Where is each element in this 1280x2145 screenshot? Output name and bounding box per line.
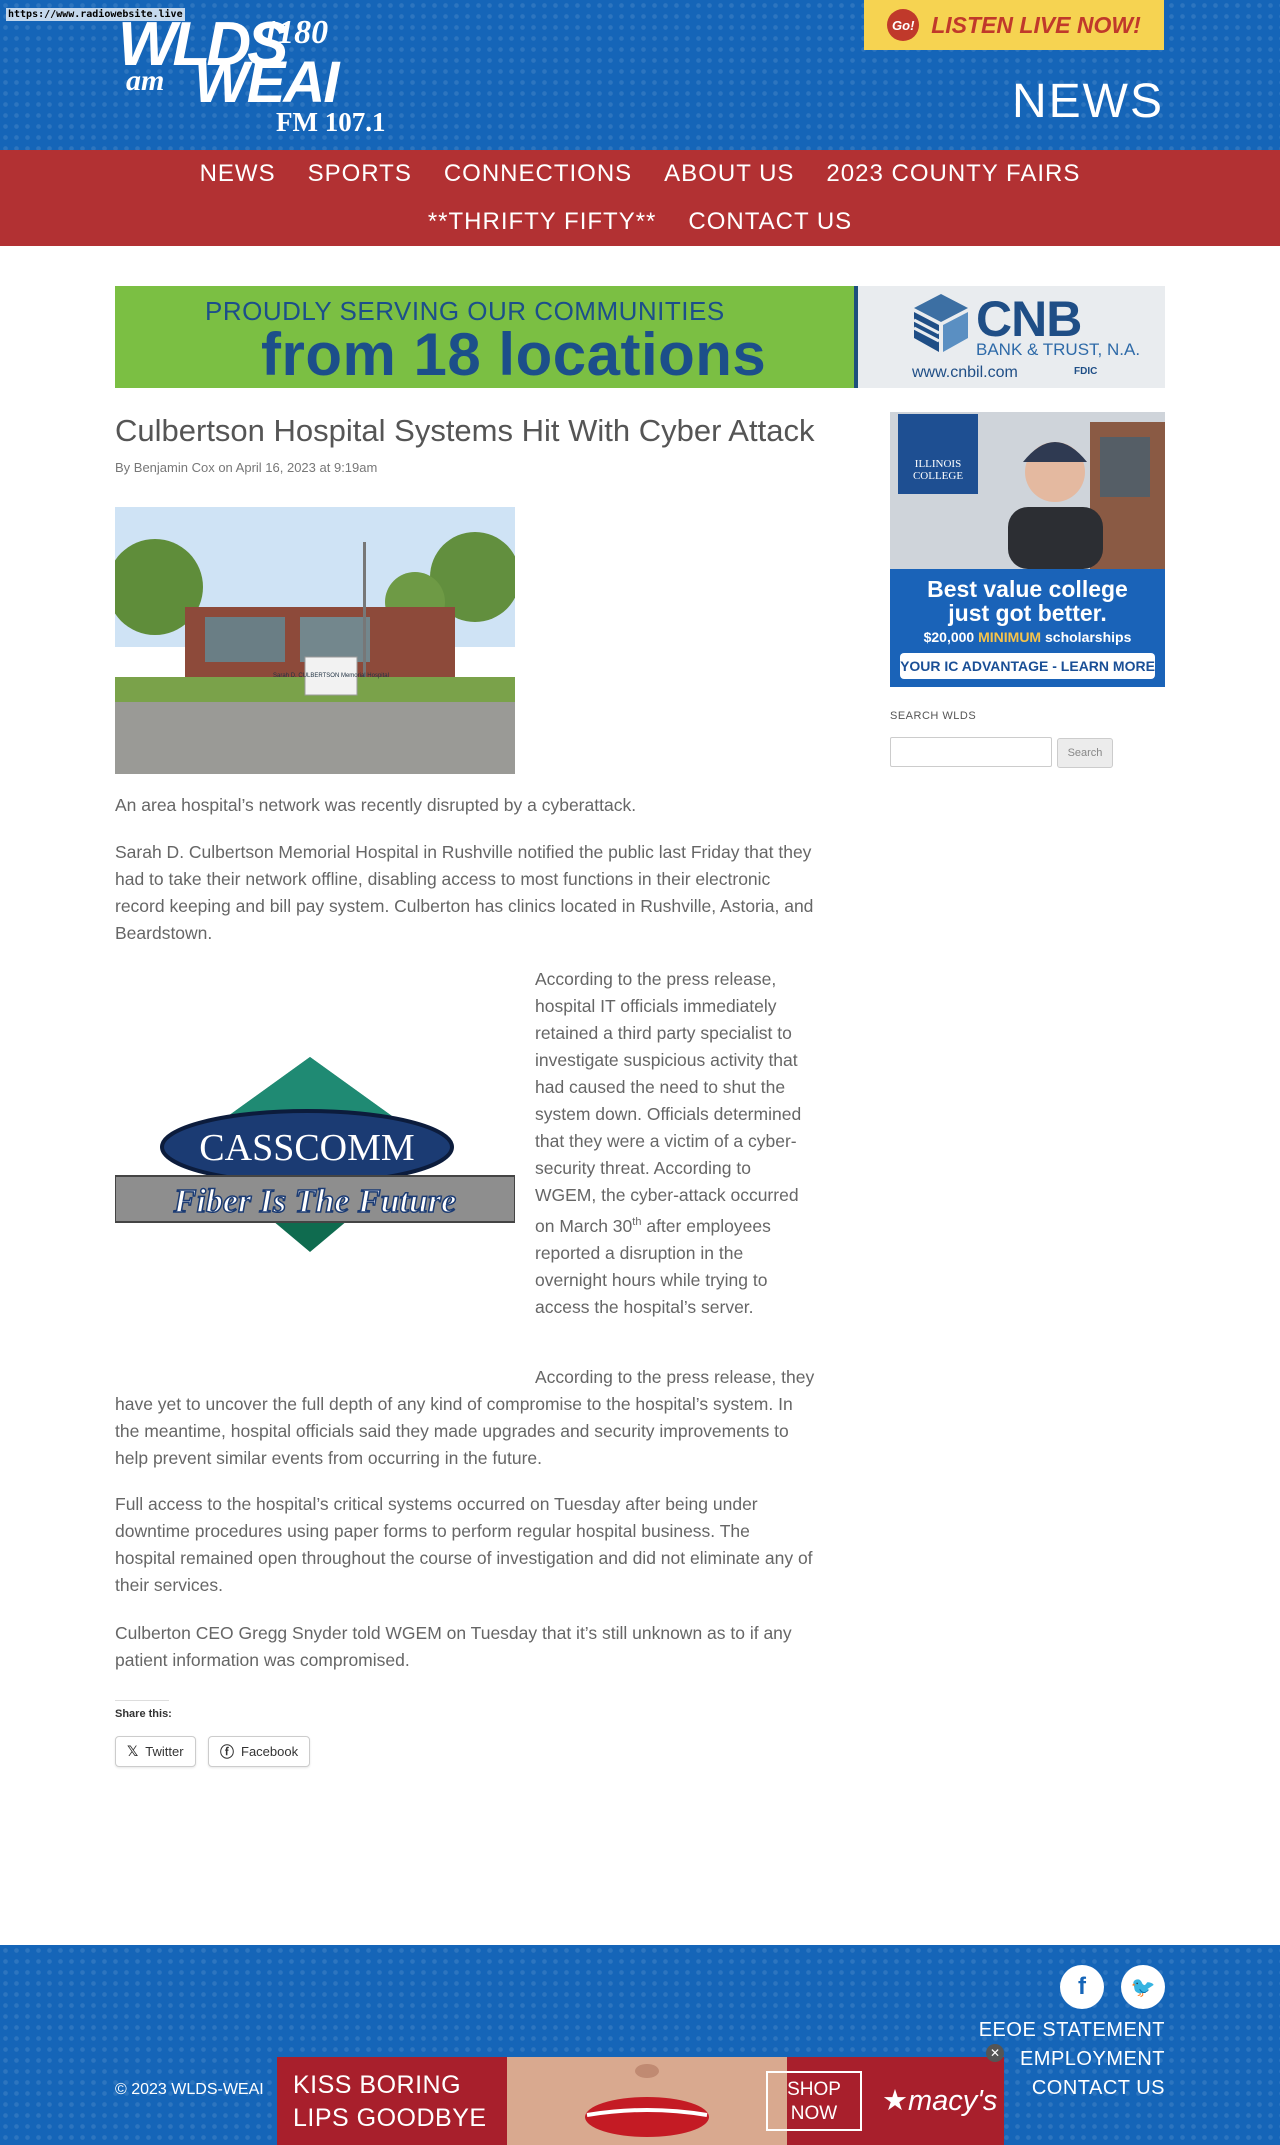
nav-contact-us[interactable]: CONTACT US [688,206,852,238]
article-paragraph-4: According to the press release, they hav… [115,1364,815,1472]
nav-county-fairs[interactable]: 2023 COUNTY FAIRS [826,158,1080,190]
main-nav: NEWS SPORTS CONNECTIONS ABOUT US 2023 CO… [0,150,1280,246]
share-divider [115,1700,169,1701]
nav-sports[interactable]: SPORTS [308,158,412,190]
macys-line-2: LIPS GOODBYE [293,2104,487,2132]
illinois-college-logo: ILLINOIS COLLEGE [898,414,978,494]
footer-contact-link[interactable]: CONTACT US [1032,2077,1165,2100]
ic-scholarships: scholarships [1045,629,1132,645]
ic-message: Best value college just got better. $20,… [890,569,1165,687]
search-input[interactable] [890,737,1052,767]
share-label: Share this: [115,1708,172,1720]
article-title: Culbertson Hospital Systems Hit With Cyb… [115,413,815,448]
logo-weai: WEAI [194,50,339,115]
listen-live-label: LISTEN LIVE NOW! [931,11,1141,38]
nav-row-1: NEWS SPORTS CONNECTIONS ABOUT US 2023 CO… [0,158,1280,190]
nav-thrifty-fifty[interactable]: **THRIFTY FIFTY** [428,206,657,238]
ic-headline-line1: Best value college [927,576,1128,602]
ic-headline-line2: just got better. [948,600,1107,626]
fdic-badge: FDIC [1074,366,1098,377]
footer-employment-link[interactable]: EMPLOYMENT [1020,2048,1165,2071]
casscomm-name: CASSCOMM [199,1127,414,1169]
article-paragraph-2: Sarah D. Culbertson Memorial Hospital in… [115,842,814,943]
hospital-sign-text: Sarah D. CULBERTSON Memorial Hospital [273,673,389,679]
logo-am: am [126,64,165,97]
macys-bottom-ad[interactable]: KISS BORING LIPS GOODBYE SHOP NOW ★macy'… [277,2057,1004,2145]
article-paragraph-6: Culberton CEO Gregg Snyder told WGEM on … [115,1623,792,1670]
cnb-url: www.cnbil.com [912,364,1018,381]
cnb-cube-icon [913,294,968,352]
ic-subline: $20,000 MINIMUM scholarships [890,629,1165,645]
logo-fm: FM 107.1 [276,107,386,137]
paragraph-3-text-a: According to the press release, hospital… [535,969,802,1236]
search-label: SEARCH WLDS [890,710,977,722]
paragraph-4-text-a: According to the press release, [535,1367,777,1387]
nav-connections[interactable]: CONNECTIONS [444,158,632,190]
macys-line-1: KISS BORING [293,2071,462,2099]
site-header: WLDS 1180 am WEAI FM 107.1 Go! LISTEN LI… [0,0,1280,150]
facebook-icon: ⓕ [220,1743,234,1760]
search-button[interactable]: Search [1057,738,1113,768]
url-overlay: https://www.radiowebsite.live [6,8,185,21]
shop-line-2: NOW [790,2103,838,2124]
copyright: © 2023 WLDS-WEAI [115,2081,264,2098]
section-title: NEWS [1012,75,1164,128]
ic-photo: ILLINOIS COLLEGE [890,412,1165,569]
share-facebook-button[interactable]: ⓕ Facebook [208,1736,311,1767]
casscomm-ad[interactable]: CASSCOMM Fiber Is The Future [115,1052,515,1262]
nav-about-us[interactable]: ABOUT US [664,158,794,190]
ic-amount: $20,000 [923,629,975,645]
macys-logo: ★macy's [882,2085,998,2117]
illinois-college-ad[interactable]: ILLINOIS COLLEGE Best value college just… [890,412,1165,687]
banner-left: PROUDLY SERVING OUR COMMUNITIES from 18 … [115,286,858,388]
shop-line-1: SHOP [787,2079,841,2100]
article-paragraph-3: According to the press release, hospital… [535,966,815,1321]
footer-eeoe-link[interactable]: EEOE STATEMENT [979,2019,1165,2042]
twitter-icon: 𝕏 [127,1743,139,1759]
close-icon[interactable]: ✕ [986,2044,1004,2062]
article-header: Culbertson Hospital Systems Hit With Cyb… [115,412,815,475]
lips-image [507,2057,787,2145]
shop-now-button[interactable]: SHOP NOW [766,2071,862,2131]
article-byline: By Benjamin Cox on April 16, 2023 at 9:1… [115,460,378,475]
cnb-sub: BANK & TRUST, N.A. [976,340,1141,359]
ic-headline: Best value college just got better. [890,577,1165,625]
go-icon: Go! [887,9,920,41]
ic-learn-more-button[interactable]: YOUR IC ADVANTAGE - LEARN MORE [900,653,1155,679]
site-logo[interactable]: WLDS 1180 am WEAI FM 107.1 [114,14,424,137]
share-facebook-label: Facebook [241,1744,299,1759]
article-paragraph-1: An area hospital’s network was recently … [115,795,637,815]
macys-ad-headline: KISS BORING LIPS GOODBYE [293,2069,487,2135]
footer-twitter-icon[interactable]: 🐦 [1121,1965,1165,2009]
nav-news[interactable]: NEWS [200,158,276,190]
ic-minimum: MINIMUM [978,629,1042,645]
hospital-photo: Sarah D. CULBERTSON Memorial Hospital [115,507,515,774]
article-paragraph-5: Full access to the hospital’s critical s… [115,1494,813,1595]
cnb-banner-ad[interactable]: PROUDLY SERVING OUR COMMUNITIES from 18 … [115,286,1165,388]
casscomm-tagline: Fiber Is The Future [173,1183,456,1220]
banner-line-2: from 18 locations [261,321,767,388]
logo-1180: 1180 [262,14,329,51]
listen-live-button[interactable]: Go! LISTEN LIVE NOW! [864,0,1164,50]
share-twitter-label: Twitter [145,1744,184,1759]
share-twitter-button[interactable]: 𝕏 Twitter [115,1736,196,1767]
footer-facebook-icon[interactable]: f [1060,1965,1104,2009]
banner-right: CNB BANK & TRUST, N.A. www.cnbil.com FDI… [858,286,1165,388]
nav-row-2: **THRIFTY FIFTY** CONTACT US [0,206,1280,238]
